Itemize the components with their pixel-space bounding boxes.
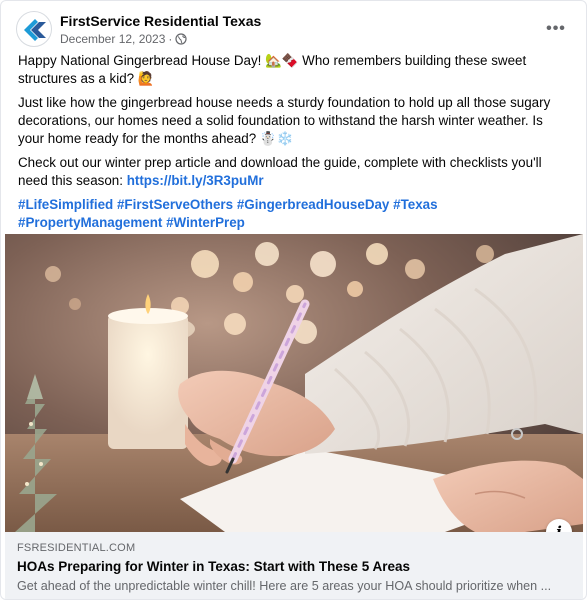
- article-link[interactable]: https://bit.ly/3R3puMr: [127, 173, 264, 188]
- page-name[interactable]: FirstService Residential Texas: [60, 13, 261, 29]
- hashtag-link[interactable]: #WinterPrep: [166, 215, 245, 230]
- paragraph-3-text: Check out our winter prep article and do…: [18, 155, 542, 188]
- more-options-button[interactable]: •••: [541, 17, 571, 41]
- post-body: Happy National Gingerbread House Day! 🏡🍫…: [18, 52, 570, 238]
- post-photo[interactable]: [5, 234, 583, 532]
- post-paragraph-1: Happy National Gingerbread House Day! 🏡🍫…: [18, 53, 527, 86]
- link-preview-domain: FSRESIDENTIAL.COM: [17, 542, 136, 554]
- post-header: FirstService Residential Texas December …: [16, 11, 571, 51]
- post-paragraph-3: Check out our winter prep article and do…: [18, 154, 570, 190]
- link-preview-description: Get ahead of the unpredictable winter ch…: [17, 579, 552, 593]
- hashtag-link[interactable]: #GingerbreadHouseDay: [237, 197, 390, 212]
- post-date[interactable]: December 12, 2023: [60, 32, 165, 46]
- hashtag-link[interactable]: #LifeSimplified: [18, 197, 113, 212]
- hashtag-link[interactable]: #Texas: [393, 197, 437, 212]
- hashtag-link[interactable]: #FirstServeOthers: [117, 197, 233, 212]
- hashtag-link[interactable]: #PropertyManagement: [18, 215, 162, 230]
- firstservice-logo-icon: [24, 19, 46, 41]
- hashtags: #LifeSimplified #FirstServeOthers #Ginge…: [18, 196, 570, 232]
- facebook-post: FirstService Residential Texas December …: [0, 0, 587, 600]
- hand-writing-photo: [5, 234, 583, 532]
- page-avatar[interactable]: [16, 11, 52, 47]
- globe-icon: [175, 33, 188, 45]
- link-preview-title[interactable]: HOAs Preparing for Winter in Texas: Star…: [17, 559, 410, 574]
- meta-separator: ·: [168, 32, 173, 46]
- post-paragraph-2: Just like how the gingerbread house need…: [18, 95, 551, 146]
- link-preview[interactable]: FSRESIDENTIAL.COM HOAs Preparing for Win…: [5, 532, 583, 599]
- post-meta: December 12, 2023 ·: [60, 32, 188, 46]
